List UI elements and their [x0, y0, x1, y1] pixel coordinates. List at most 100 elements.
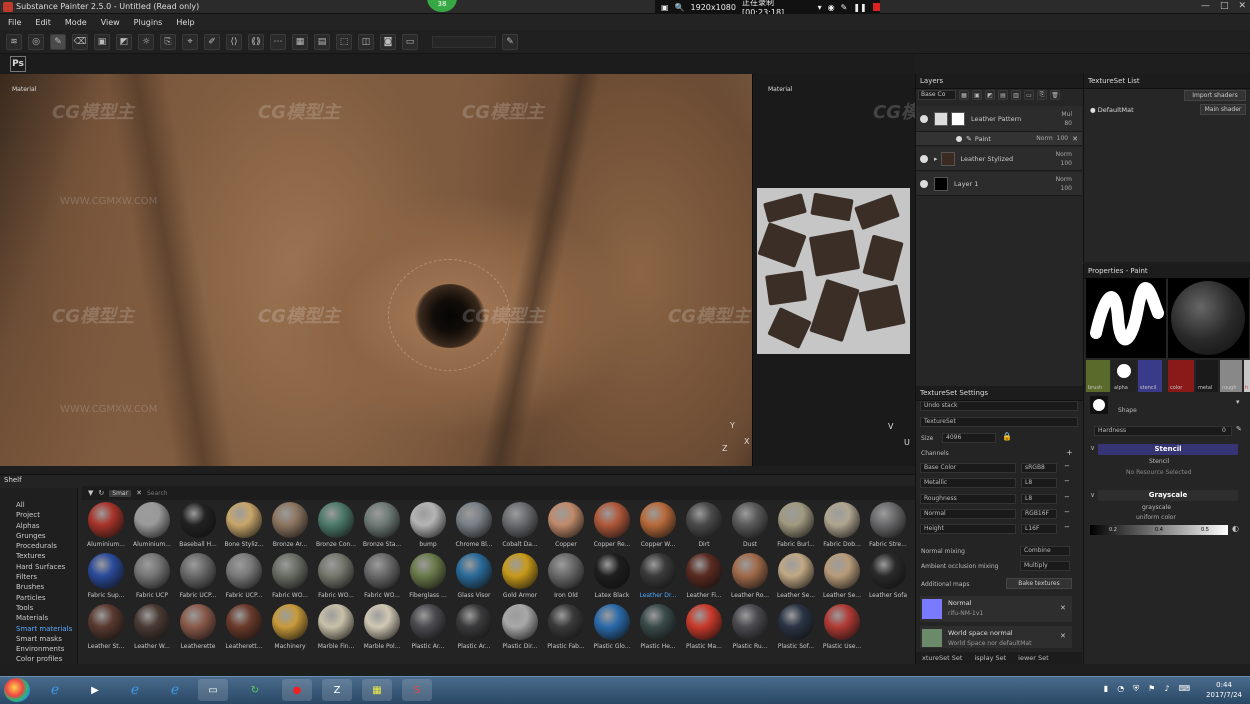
add-layer-icon[interactable]: ▣ [972, 90, 982, 100]
symmetry-icon[interactable]: ⟨⟩ [226, 33, 242, 50]
keyboard-icon[interactable]: ⌨ [1178, 684, 1190, 694]
channel-format[interactable]: L8 [1021, 478, 1057, 488]
material-tile[interactable]: Leather W... [130, 602, 174, 653]
material-tile[interactable]: Fabric Sup... [84, 551, 128, 602]
shelf-category[interactable]: Smart masks [0, 634, 77, 644]
shelf-category[interactable]: Color profiles [0, 654, 77, 664]
gray-picker-icon[interactable]: ◐ [1232, 524, 1239, 533]
size-select[interactable]: 4096 [942, 433, 996, 443]
channel-format[interactable]: L8 [1021, 494, 1057, 504]
shield-icon[interactable]: ⛨ [1133, 684, 1139, 694]
material-tile[interactable]: Fabric Stre... [866, 500, 910, 551]
add-mask-icon[interactable]: ◩ [985, 90, 995, 100]
flag-icon[interactable]: ⚑ [1148, 684, 1155, 694]
material-tile[interactable]: Fabric WO... [268, 551, 312, 602]
cube-icon[interactable]: ⬚ [336, 33, 352, 50]
polygon-fill-icon[interactable]: ◩ [116, 33, 132, 50]
shelf-category[interactable]: Materials [0, 613, 77, 623]
metal-slot[interactable]: metal [1196, 360, 1218, 392]
menu-plugins[interactable]: Plugins [134, 18, 163, 27]
chevron-down-icon[interactable]: ∨ [1090, 491, 1095, 499]
material-tile[interactable]: Fabric Dob... [820, 500, 864, 551]
eyedropper-icon[interactable]: ✐ [204, 33, 220, 50]
material-tile[interactable]: Plastic Ma... [682, 602, 726, 653]
material-tile[interactable]: Plastic Fab... [544, 602, 588, 653]
zbrush-icon[interactable]: Z [322, 679, 352, 701]
material-tile[interactable]: Marble Pol... [360, 602, 404, 653]
explorer-icon[interactable]: ▭ [198, 679, 228, 701]
close-icon[interactable]: ✕ [1060, 604, 1066, 612]
textureset-item[interactable]: ● DefaultMat [1090, 106, 1134, 114]
material-tile[interactable]: Aluminium... [84, 500, 128, 551]
tab-textureset-settings[interactable]: xtureSet Set [916, 654, 968, 662]
menu-file[interactable]: File [8, 18, 21, 27]
shelf-category[interactable]: Alphas [0, 521, 77, 531]
circle-tool-icon[interactable]: ◎ [28, 33, 44, 50]
material-tile[interactable]: Gold Armor [498, 551, 542, 602]
material-tile[interactable]: Latex Black [590, 551, 634, 602]
shelf-category[interactable]: Environments [0, 644, 77, 654]
menu-mode[interactable]: Mode [65, 18, 87, 27]
layer-row[interactable]: Layer 1 Norm 100 [916, 172, 1082, 196]
layer-row[interactable]: ▸ Leather Stylized Norm 100 [916, 147, 1082, 171]
height-slot[interactable]: h [1244, 360, 1250, 392]
material-tile[interactable]: Copper W... [636, 500, 680, 551]
material-tile[interactable]: Copper Re... [590, 500, 634, 551]
material-tile[interactable]: Plastic He... [636, 602, 680, 653]
visibility-icon[interactable] [920, 179, 928, 188]
shelf-category[interactable]: Tools [0, 603, 77, 613]
substance-icon[interactable]: S [402, 679, 432, 701]
menu-help[interactable]: Help [176, 18, 194, 27]
visibility-icon[interactable] [956, 135, 962, 142]
color-picker-icon[interactable]: ⌖ [182, 33, 198, 50]
material-tile[interactable]: Marble Fin... [314, 602, 358, 653]
material-tile[interactable]: Fabric WO... [314, 551, 358, 602]
material-tile[interactable]: Fabric WO... [360, 551, 404, 602]
material-tile[interactable]: Leather St... [84, 602, 128, 653]
refresh-app-icon[interactable]: ↻ [240, 679, 270, 701]
remove-channel-icon[interactable]: − [1064, 523, 1070, 531]
material-tile[interactable]: Plastic Ar... [406, 602, 450, 653]
close-button[interactable]: ✕ [1238, 1, 1246, 11]
material-tile[interactable]: Plastic Dir... [498, 602, 542, 653]
shelf-category[interactable]: Project [0, 510, 77, 520]
material-tile[interactable]: Aluminium... [130, 500, 174, 551]
battery-icon[interactable]: ▮ [1104, 684, 1108, 694]
speaker-icon[interactable]: ♪ [1164, 684, 1169, 694]
dash-options-icon[interactable]: ⋯ [270, 33, 286, 50]
toolbar-slider[interactable] [432, 35, 496, 48]
material-tile[interactable]: Copper [544, 500, 588, 551]
taskbar-clock[interactable]: 0:44 2017/7/24 [1206, 680, 1242, 700]
material-tile[interactable]: Bronze Sta... [360, 500, 404, 551]
material-tile[interactable]: Fabric UCP [130, 551, 174, 602]
material-tile[interactable]: Leather Sofa [866, 551, 910, 602]
paint-brush-icon[interactable]: ✎ [50, 33, 66, 50]
media-icon[interactable]: ▶ [80, 679, 110, 701]
additional-map-slot[interactable]: Normal rifu-NM-1v1 ✕ [920, 596, 1072, 622]
material-tile[interactable]: Cobalt Da... [498, 500, 542, 551]
visibility-icon[interactable] [920, 154, 928, 163]
material-tile[interactable]: Glass Visor [452, 551, 496, 602]
camera-icon[interactable]: ◙ [380, 33, 396, 50]
ao-mixing-select[interactable]: Multiply [1020, 561, 1070, 571]
material-tile[interactable]: Bronze Ar... [268, 500, 312, 551]
material-tile[interactable]: Plastic Use... [820, 602, 864, 653]
lock-icon[interactable]: 🔒 [1002, 432, 1012, 441]
add-channel-icon[interactable]: + [1066, 448, 1073, 457]
visibility-icon[interactable] [920, 114, 928, 123]
material-tile[interactable]: Fabric UCP... [176, 551, 220, 602]
shelf-category[interactable]: Hard Surfaces [0, 562, 77, 572]
layer-row[interactable]: Leather Pattern Mul 80 [916, 106, 1082, 132]
remove-channel-icon[interactable]: − [1064, 508, 1070, 516]
alpha-slot[interactable]: alpha [1112, 360, 1136, 392]
normal-mixing-select[interactable]: Combine [1020, 546, 1070, 556]
mirror-icon[interactable]: ⟪⟫ [248, 33, 264, 50]
channel-format[interactable]: RGB16F [1021, 509, 1057, 519]
material-tile[interactable]: Baseball H... [176, 500, 220, 551]
minimize-button[interactable]: — [1201, 1, 1210, 11]
view-2d3d-icon[interactable]: ▦ [292, 33, 308, 50]
material-tile[interactable]: Leather Se... [820, 551, 864, 602]
folder-icon[interactable]: ▸ [934, 155, 938, 163]
material-tile[interactable]: Fiberglass ... [406, 551, 450, 602]
network-icon[interactable]: ◔ [1117, 684, 1124, 694]
